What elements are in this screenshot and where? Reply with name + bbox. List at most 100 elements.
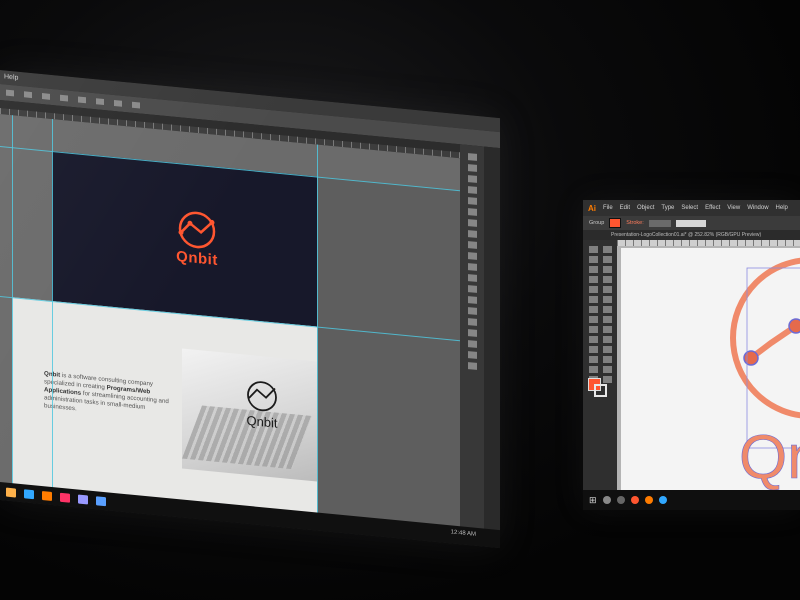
indesign-app-icon[interactable] xyxy=(60,492,70,503)
menu-file[interactable]: File xyxy=(603,205,613,211)
blur-tool-icon[interactable] xyxy=(467,285,477,293)
qnbit-logo-orange: Qnbit xyxy=(157,206,237,294)
taskbar-clock[interactable]: 12:48 AM xyxy=(451,529,476,537)
mesh-tool-icon[interactable] xyxy=(589,336,598,343)
lasso-tool-icon[interactable] xyxy=(467,175,477,183)
company-description: Qnbit is a software consulting company s… xyxy=(44,370,179,423)
menu-view[interactable]: View xyxy=(727,205,740,211)
app-icon[interactable] xyxy=(630,496,639,504)
photoshop-toolbar xyxy=(460,144,484,537)
windows-start-icon[interactable]: ⊞ xyxy=(589,495,597,506)
eyedropper-tool-icon[interactable] xyxy=(589,346,598,353)
slice-tool-icon[interactable] xyxy=(603,366,612,373)
photoshop-app-icon[interactable] xyxy=(24,488,34,499)
svg-text:Qn: Qn xyxy=(739,423,800,490)
stroke-color-box[interactable] xyxy=(594,384,607,397)
magic-wand-icon[interactable] xyxy=(589,256,598,263)
file-explorer-icon[interactable] xyxy=(6,487,16,498)
selection-tool-icon[interactable] xyxy=(589,246,598,253)
distribute-icon[interactable] xyxy=(114,99,122,107)
menu-object[interactable]: Object xyxy=(637,205,654,211)
curvature-tool-icon[interactable] xyxy=(603,266,612,273)
lasso-tool-icon[interactable] xyxy=(603,256,612,263)
paintbrush-tool-icon[interactable] xyxy=(603,286,612,293)
fill-swatch[interactable] xyxy=(609,218,622,228)
align-center-icon[interactable] xyxy=(78,96,86,104)
crop-tool-icon[interactable] xyxy=(467,197,477,205)
illustrator-app-icon[interactable] xyxy=(42,490,52,501)
zoom-tool-icon[interactable] xyxy=(467,362,477,370)
dodge-tool-icon[interactable] xyxy=(467,296,477,304)
search-icon[interactable] xyxy=(602,496,611,504)
align-right-icon[interactable] xyxy=(96,98,104,106)
line-tool-icon[interactable] xyxy=(603,276,612,283)
path-select-icon[interactable] xyxy=(467,329,477,337)
artboard-light[interactable]: Qnbit Qnbit is a software consulting com… xyxy=(12,297,317,517)
blend-tool-icon[interactable] xyxy=(603,346,612,353)
auto-select-icon[interactable] xyxy=(24,91,32,99)
eraser-tool-icon[interactable] xyxy=(467,263,477,271)
pen-tool-icon[interactable] xyxy=(589,266,598,273)
stroke-weight-field[interactable] xyxy=(648,219,671,227)
healing-tool-icon[interactable] xyxy=(467,219,477,227)
align-left-icon[interactable] xyxy=(60,94,68,102)
hand-tool-icon[interactable] xyxy=(467,351,477,359)
shape-builder-icon[interactable] xyxy=(589,326,598,333)
photoshop-panel-dock[interactable] xyxy=(484,146,500,539)
width-tool-icon[interactable] xyxy=(589,316,598,323)
windows-taskbar-right: ⊞ xyxy=(583,490,800,510)
pencil-tool-icon[interactable] xyxy=(589,296,598,303)
shape-tool-icon[interactable] xyxy=(467,340,477,348)
symbol-sprayer-icon[interactable] xyxy=(589,356,598,363)
quick-select-tool-icon[interactable] xyxy=(467,186,477,194)
free-transform-icon[interactable] xyxy=(603,316,612,323)
gradient-tool-icon[interactable] xyxy=(603,336,612,343)
brush-tool-icon[interactable] xyxy=(467,230,477,238)
menu-type[interactable]: Type xyxy=(661,205,674,211)
browser-app-icon[interactable] xyxy=(96,495,106,506)
menu-help[interactable]: Help xyxy=(4,70,18,85)
artboard-dark[interactable]: Qnbit xyxy=(52,151,317,327)
eraser-tool-icon[interactable] xyxy=(603,296,612,303)
menu-window[interactable]: Window xyxy=(747,205,768,211)
gradient-tool-icon[interactable] xyxy=(467,274,477,282)
menu-effect[interactable]: Effect xyxy=(705,205,720,211)
fill-stroke-control[interactable] xyxy=(588,378,607,397)
3d-mode-icon[interactable] xyxy=(132,101,140,109)
document-tab[interactable]: Presentation-LogoCollection01.ai* @ 252.… xyxy=(583,230,800,240)
rectangle-tool-icon[interactable] xyxy=(589,286,598,293)
artboard-tool-icon[interactable] xyxy=(589,366,598,373)
type-tool-icon[interactable] xyxy=(467,318,477,326)
menu-help[interactable]: Help xyxy=(776,205,788,211)
illustrator-app-icon[interactable] xyxy=(644,496,653,504)
pen-tool-icon[interactable] xyxy=(467,307,477,315)
eyedropper-tool-icon[interactable] xyxy=(467,208,477,216)
menu-select[interactable]: Select xyxy=(681,205,698,211)
graph-tool-icon[interactable] xyxy=(603,356,612,363)
marquee-tool-icon[interactable] xyxy=(467,164,477,172)
stamp-tool-icon[interactable] xyxy=(467,241,477,249)
horizontal-ruler xyxy=(617,240,800,246)
illustrator-canvas-area[interactable]: Qn xyxy=(617,240,800,492)
move-tool-icon[interactable] xyxy=(6,89,14,97)
guide-line[interactable] xyxy=(12,115,13,496)
guide-line[interactable] xyxy=(52,119,53,500)
transform-controls-icon[interactable] xyxy=(42,93,50,100)
task-view-icon[interactable] xyxy=(616,496,625,504)
rotate-tool-icon[interactable] xyxy=(589,306,598,313)
premiere-app-icon[interactable] xyxy=(78,494,88,504)
menu-edit[interactable]: Edit xyxy=(620,205,630,211)
left-monitor-photoshop: Help Qnbit Qnbit is a software consultin… xyxy=(0,70,500,549)
direct-selection-tool-icon[interactable] xyxy=(603,246,612,253)
photoshop-app-icon[interactable] xyxy=(658,496,667,504)
qnbit-logo-zoomed-icon[interactable]: Qn xyxy=(621,248,800,492)
history-brush-icon[interactable] xyxy=(467,252,477,260)
guide-line[interactable] xyxy=(317,144,318,525)
type-tool-icon[interactable] xyxy=(589,276,598,283)
scale-tool-icon[interactable] xyxy=(603,306,612,313)
perspective-grid-icon[interactable] xyxy=(603,326,612,333)
artboard[interactable]: Qn xyxy=(621,248,800,492)
move-tool-icon[interactable] xyxy=(467,153,477,161)
variable-width-profile[interactable] xyxy=(675,219,706,227)
photoshop-canvas-area[interactable]: Qnbit Qnbit Qnbit is a software consulti… xyxy=(0,114,460,539)
